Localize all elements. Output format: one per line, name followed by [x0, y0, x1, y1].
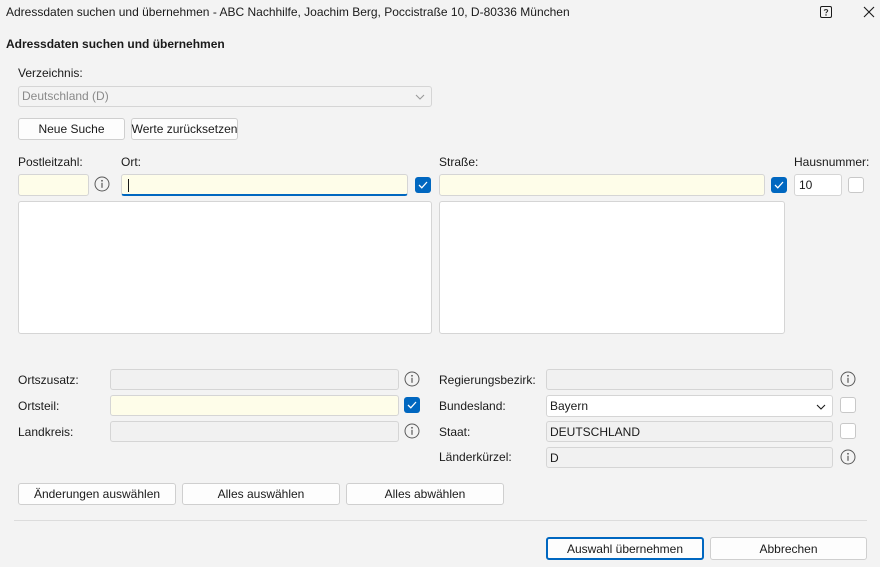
street-input[interactable]: [439, 174, 765, 196]
locality-suffix-label: Ortszusatz:: [18, 373, 79, 387]
info-icon[interactable]: [404, 371, 420, 387]
text-cursor: [128, 179, 129, 192]
city-results-list[interactable]: [18, 201, 432, 334]
street-label: Straße:: [439, 155, 479, 169]
chevron-down-icon: [816, 404, 826, 410]
country-code-input[interactable]: D: [546, 447, 833, 468]
directory-select-value: Deutschland (D): [22, 89, 109, 103]
country-label: Staat:: [439, 425, 471, 439]
house-number-input[interactable]: 10: [794, 174, 842, 196]
state-select-value: Bayern: [550, 399, 589, 413]
district-checkbox[interactable]: [404, 397, 420, 413]
apply-selection-button[interactable]: Auswahl übernehmen: [546, 537, 704, 560]
city-label: Ort:: [121, 155, 141, 169]
state-label: Bundesland:: [439, 399, 506, 413]
country-checkbox[interactable]: [840, 423, 856, 439]
street-checkbox[interactable]: [771, 177, 787, 193]
directory-label: Verzeichnis:: [18, 66, 83, 80]
check-icon: [418, 181, 428, 189]
help-icon: [820, 6, 832, 18]
info-icon[interactable]: [404, 423, 420, 439]
info-icon[interactable]: [840, 449, 856, 465]
title-bar: Adressdaten suchen und übernehmen - ABC …: [0, 0, 880, 24]
check-icon: [774, 181, 784, 189]
district-input[interactable]: [110, 395, 399, 416]
close-button[interactable]: [853, 0, 880, 24]
city-input[interactable]: [121, 174, 408, 196]
city-checkbox[interactable]: [415, 177, 431, 193]
house-number-checkbox[interactable]: [848, 177, 864, 193]
info-icon[interactable]: [94, 176, 110, 192]
district-label: Ortsteil:: [18, 399, 60, 413]
postal-code-label: Postleitzahl:: [18, 155, 83, 169]
separator: [14, 520, 867, 521]
new-search-button[interactable]: Neue Suche: [18, 118, 125, 140]
postal-code-input[interactable]: [18, 174, 89, 196]
window-title: Adressdaten suchen und übernehmen - ABC …: [6, 5, 570, 19]
check-icon: [407, 401, 417, 409]
help-button[interactable]: [810, 0, 842, 24]
reset-values-button[interactable]: Werte zurücksetzen: [131, 118, 238, 140]
deselect-all-button[interactable]: Alles abwählen: [346, 483, 504, 505]
administrative-region-label: Regierungsbezirk:: [439, 373, 536, 387]
cancel-button[interactable]: Abbrechen: [710, 537, 867, 560]
directory-select[interactable]: Deutschland (D): [18, 86, 432, 107]
info-icon[interactable]: [840, 371, 856, 387]
administrative-region-input[interactable]: [546, 369, 833, 390]
select-changes-button[interactable]: Änderungen auswählen: [18, 483, 176, 505]
state-checkbox[interactable]: [840, 397, 856, 413]
country-code-label: Länderkürzel:: [439, 450, 512, 464]
page-heading: Adressdaten suchen und übernehmen: [6, 37, 225, 51]
state-select[interactable]: Bayern: [546, 395, 833, 417]
chevron-down-icon: [415, 94, 425, 100]
locality-suffix-input[interactable]: [110, 369, 399, 390]
select-all-button[interactable]: Alles auswählen: [182, 483, 340, 505]
county-input[interactable]: [110, 421, 399, 442]
close-icon: [863, 6, 875, 18]
county-label: Landkreis:: [18, 425, 74, 439]
street-results-list[interactable]: [439, 201, 785, 334]
house-number-label: Hausnummer:: [794, 155, 870, 169]
country-input[interactable]: DEUTSCHLAND: [546, 421, 833, 442]
